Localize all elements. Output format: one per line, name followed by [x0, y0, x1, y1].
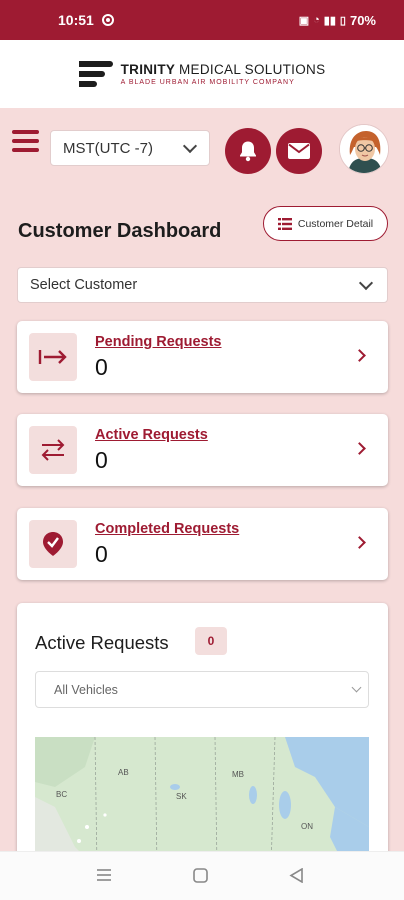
customer-detail-label: Customer Detail — [297, 217, 374, 230]
map-label-bc: BC — [56, 790, 67, 799]
pending-requests-card[interactable]: Pending Requests 0 — [17, 321, 388, 393]
brand-tagline: A BLADE URBAN AIR MOBILITY COMPANY — [120, 79, 295, 86]
home-square-icon — [193, 868, 208, 883]
system-nav-bar — [0, 851, 404, 900]
status-time: 10:51 — [58, 12, 94, 28]
recents-icon — [97, 869, 111, 881]
chevron-down-icon — [182, 138, 198, 153]
back-button[interactable] — [289, 867, 304, 888]
bell-icon — [240, 141, 256, 162]
map-label-on: ON — [301, 822, 313, 831]
completed-requests-link[interactable]: Completed Requests — [95, 521, 239, 537]
brand-name-rest: MEDICAL SOLUTIONS — [179, 62, 326, 77]
map-label-sk: SK — [176, 792, 187, 801]
status-bar: 10:51 ▣ ◔ ▮▮ ▯ 70% — [0, 0, 404, 40]
trinity-logo-icon — [78, 61, 113, 87]
customer-detail-button[interactable]: Customer Detail — [263, 206, 388, 241]
timezone-select[interactable]: MST(UTC -7) — [50, 130, 210, 166]
map[interactable]: AB BC SK MB ON — [35, 737, 369, 863]
pending-requests-count: 0 — [95, 354, 108, 380]
signal-icon: ▮▮ — [323, 14, 336, 27]
map-label-mb: MB — [232, 770, 244, 779]
chevron-right-icon[interactable] — [353, 536, 366, 549]
battery-icon: ▯ — [339, 14, 346, 27]
arrow-right-to-bar-icon — [29, 333, 77, 381]
active-requests-title: Active Requests — [35, 632, 169, 653]
swap-arrows-icon — [29, 426, 77, 474]
battery-level: 70% — [349, 12, 376, 28]
brand-header: TRINITY MEDICAL SOLUTIONS A BLADE URBAN … — [0, 40, 404, 108]
wifi-icon: ◔ — [313, 14, 320, 26]
customer-select-value: Select Customer — [30, 277, 138, 293]
completed-requests-count: 0 — [95, 541, 108, 567]
messages-button[interactable] — [276, 128, 322, 174]
pending-requests-link[interactable]: Pending Requests — [95, 334, 222, 350]
active-requests-panel: Active Requests 0 All Vehicles AB BC SK … — [17, 603, 388, 863]
mail-icon — [288, 143, 310, 159]
brand-name-bold: TRINITY — [120, 62, 175, 77]
chevron-down-icon — [351, 682, 362, 692]
active-requests-count: 0 — [95, 447, 108, 473]
notifications-button[interactable] — [225, 128, 271, 174]
location-check-icon — [29, 520, 77, 568]
completed-requests-card[interactable]: Completed Requests 0 — [17, 508, 388, 580]
customer-select[interactable]: Select Customer — [17, 267, 388, 303]
chevron-right-icon[interactable] — [353, 442, 366, 455]
vehicle-select-value: All Vehicles — [54, 682, 118, 697]
back-triangle-icon — [289, 867, 303, 884]
toolbar: MST(UTC -7) — [0, 108, 404, 190]
vehicle-select[interactable]: All Vehicles — [35, 671, 369, 708]
vibrate-icon: ▣ — [298, 14, 310, 27]
active-requests-card[interactable]: Active Requests 0 — [17, 414, 388, 486]
recent-apps-button[interactable] — [96, 868, 112, 887]
home-button[interactable] — [193, 868, 208, 888]
avatar-image — [340, 125, 388, 173]
avatar[interactable] — [339, 124, 389, 174]
chevron-down-icon — [358, 275, 374, 290]
timezone-value: MST(UTC -7) — [63, 139, 153, 157]
list-icon — [277, 217, 292, 230]
map-label-ab: AB — [118, 768, 129, 777]
status-app-icon — [101, 14, 114, 26]
active-requests-link[interactable]: Active Requests — [95, 427, 208, 443]
active-requests-badge: 0 — [195, 627, 227, 655]
chevron-right-icon[interactable] — [353, 349, 366, 362]
page-title: Customer Dashboard — [18, 220, 222, 242]
menu-icon[interactable] — [12, 130, 39, 152]
